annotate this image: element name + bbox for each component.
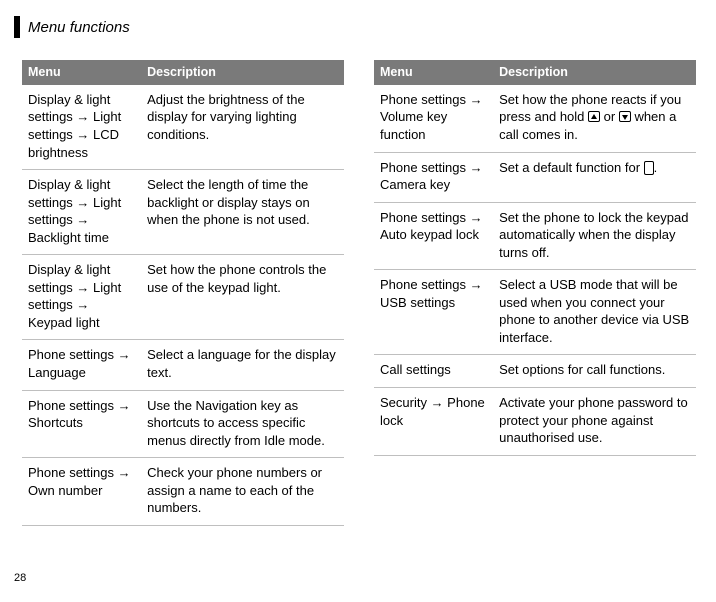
desc-text: .: [654, 160, 658, 175]
table-row: Phone settings → Camera key Set a defaul…: [374, 152, 696, 202]
desc-cell: Select a USB mode that will be used when…: [493, 270, 696, 355]
header-accent-bar: [14, 16, 20, 38]
menu-cell: Call settings: [374, 355, 493, 388]
desc-cell: Use the Navigation key as shortcuts to a…: [141, 390, 344, 458]
desc-cell: Adjust the brightness of the display for…: [141, 85, 344, 170]
table-row: Phone settings → Volume key function Set…: [374, 85, 696, 152]
right-table: Menu Description Phone settings → Volume…: [374, 60, 696, 456]
desc-cell: Activate your phone password to protect …: [493, 387, 696, 455]
page-number: 28: [14, 572, 26, 584]
menu-cell: Security → Phone lock: [374, 387, 493, 455]
table-row: Display & light settings → Light setting…: [22, 170, 344, 255]
table-row: Display & light settings → Light setting…: [22, 255, 344, 340]
desc-cell: Set how the phone controls the use of th…: [141, 255, 344, 340]
menu-cell: Phone settings → Camera key: [374, 152, 493, 202]
menu-cell: Display & light settings → Light setting…: [22, 255, 141, 340]
desc-text: or: [600, 109, 619, 124]
volume-down-key-icon: [619, 111, 631, 122]
volume-up-key-icon: [588, 111, 600, 122]
table-row: Phone settings → Own number Check your p…: [22, 458, 344, 526]
col-header-description: Description: [141, 60, 344, 85]
menu-cell: Phone settings → Shortcuts: [22, 390, 141, 458]
desc-cell: Set options for call functions.: [493, 355, 696, 388]
page-title: Menu functions: [28, 19, 130, 36]
col-header-menu: Menu: [22, 60, 141, 85]
desc-cell: Set the phone to lock the keypad automat…: [493, 202, 696, 270]
table-row: Call settings Set options for call funct…: [374, 355, 696, 388]
desc-cell: Set a default function for .: [493, 152, 696, 202]
table-row: Phone settings → Auto keypad lock Set th…: [374, 202, 696, 270]
desc-cell: Select a language for the display text.: [141, 340, 344, 390]
desc-text: Set a default function for: [499, 160, 644, 175]
left-column: Menu Description Display & light setting…: [22, 60, 344, 526]
desc-cell: Set how the phone reacts if you press an…: [493, 85, 696, 152]
camera-key-icon: [644, 161, 654, 175]
page-header: Menu functions: [0, 0, 716, 38]
table-row: Security → Phone lock Activate your phon…: [374, 387, 696, 455]
menu-cell: Display & light settings → Light setting…: [22, 85, 141, 170]
table-row: Phone settings → Language Select a langu…: [22, 340, 344, 390]
desc-cell: Check your phone numbers or assign a nam…: [141, 458, 344, 526]
menu-cell: Phone settings → Language: [22, 340, 141, 390]
menu-cell: Display & light settings → Light setting…: [22, 170, 141, 255]
content-columns: Menu Description Display & light setting…: [0, 38, 716, 526]
col-header-description: Description: [493, 60, 696, 85]
table-row: Phone settings → USB settings Select a U…: [374, 270, 696, 355]
menu-cell: Phone settings → Own number: [22, 458, 141, 526]
table-row: Phone settings → Shortcuts Use the Navig…: [22, 390, 344, 458]
left-table: Menu Description Display & light setting…: [22, 60, 344, 526]
menu-cell: Phone settings → Volume key function: [374, 85, 493, 152]
table-row: Display & light settings → Light setting…: [22, 85, 344, 170]
menu-cell: Phone settings → Auto keypad lock: [374, 202, 493, 270]
desc-cell: Select the length of time the backlight …: [141, 170, 344, 255]
right-column: Menu Description Phone settings → Volume…: [374, 60, 696, 526]
table-header-row: Menu Description: [22, 60, 344, 85]
table-header-row: Menu Description: [374, 60, 696, 85]
menu-cell: Phone settings → USB settings: [374, 270, 493, 355]
col-header-menu: Menu: [374, 60, 493, 85]
